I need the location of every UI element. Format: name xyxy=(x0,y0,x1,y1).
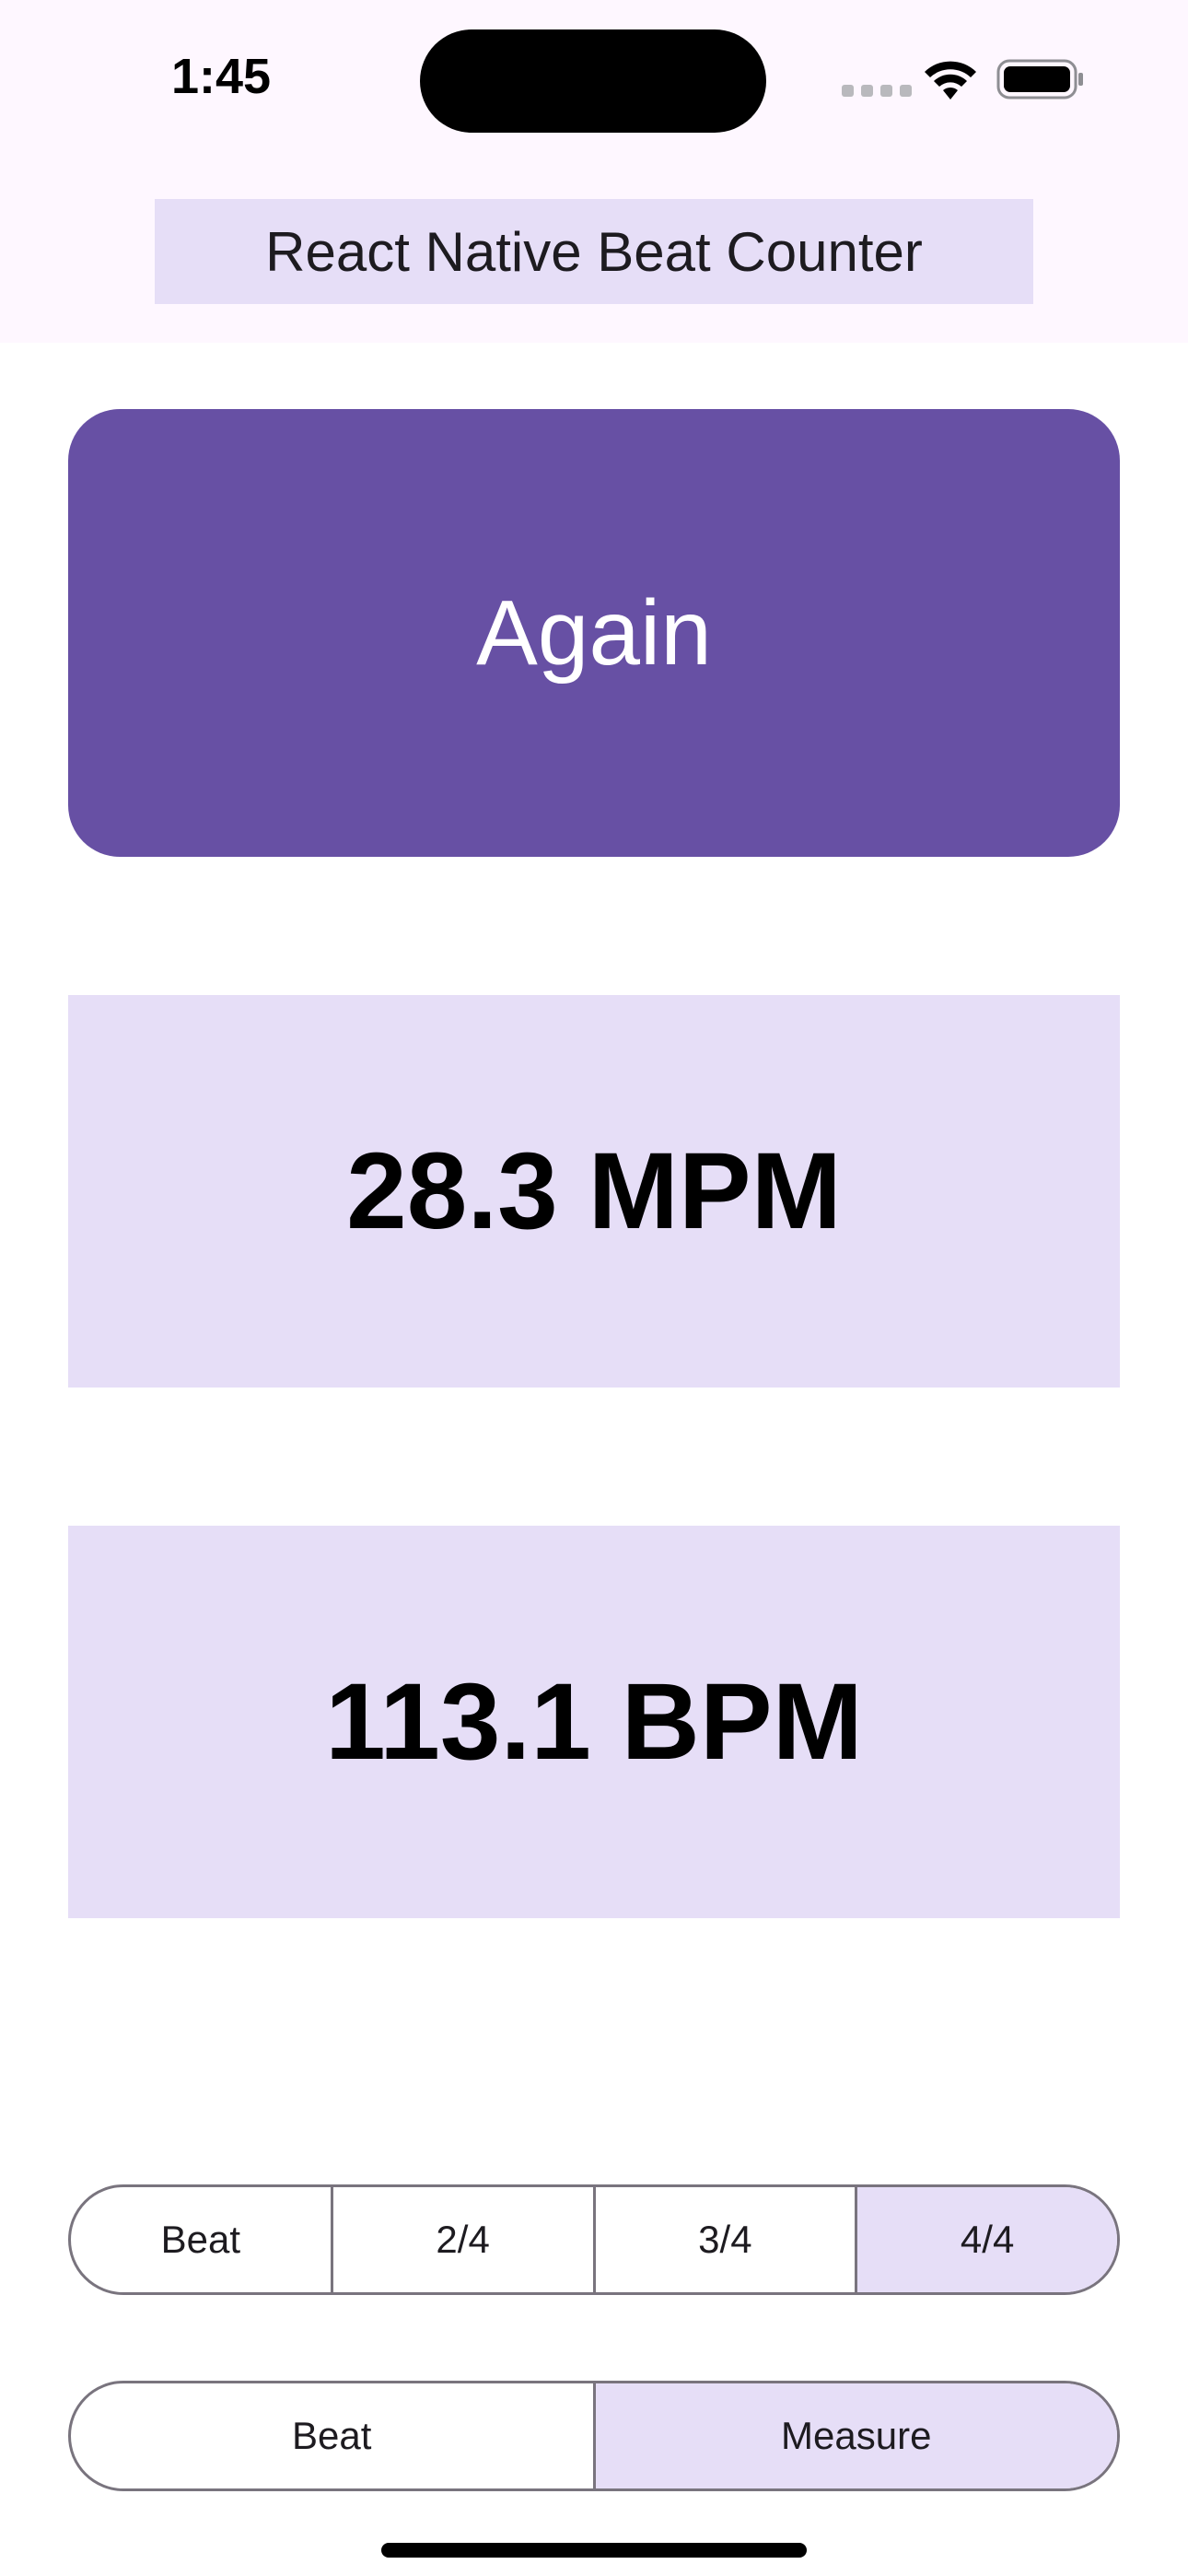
count-mode-selector: Beat Measure xyxy=(68,2381,1120,2491)
mpm-value: 28.3 MPM xyxy=(346,1130,842,1252)
battery-icon xyxy=(996,59,1083,100)
bpm-readout-panel: 113.1 BPM xyxy=(68,1526,1120,1918)
mpm-readout-panel: 28.3 MPM xyxy=(68,995,1120,1388)
cellular-signal-icon xyxy=(842,85,925,98)
time-signature-option-beat[interactable]: Beat xyxy=(71,2187,333,2292)
wifi-icon xyxy=(925,61,976,100)
tap-again-button[interactable]: Again xyxy=(68,409,1120,857)
time-signature-selector: Beat 2/4 3/4 4/4 xyxy=(68,2184,1120,2295)
count-mode-option-beat[interactable]: Beat xyxy=(71,2383,596,2488)
app-title-bar: React Native Beat Counter xyxy=(155,199,1033,304)
status-bar: 1:45 React Native Beat Counter xyxy=(0,0,1188,343)
app-title: React Native Beat Counter xyxy=(265,220,923,283)
dynamic-island xyxy=(420,29,766,133)
status-time: 1:45 xyxy=(171,49,272,104)
time-signature-option-2-4[interactable]: 2/4 xyxy=(333,2187,596,2292)
bpm-value: 113.1 BPM xyxy=(325,1661,863,1783)
home-indicator[interactable] xyxy=(381,2543,807,2558)
count-mode-option-measure[interactable]: Measure xyxy=(595,2383,1117,2488)
time-signature-option-3-4[interactable]: 3/4 xyxy=(596,2187,858,2292)
time-signature-option-4-4[interactable]: 4/4 xyxy=(857,2187,1117,2292)
